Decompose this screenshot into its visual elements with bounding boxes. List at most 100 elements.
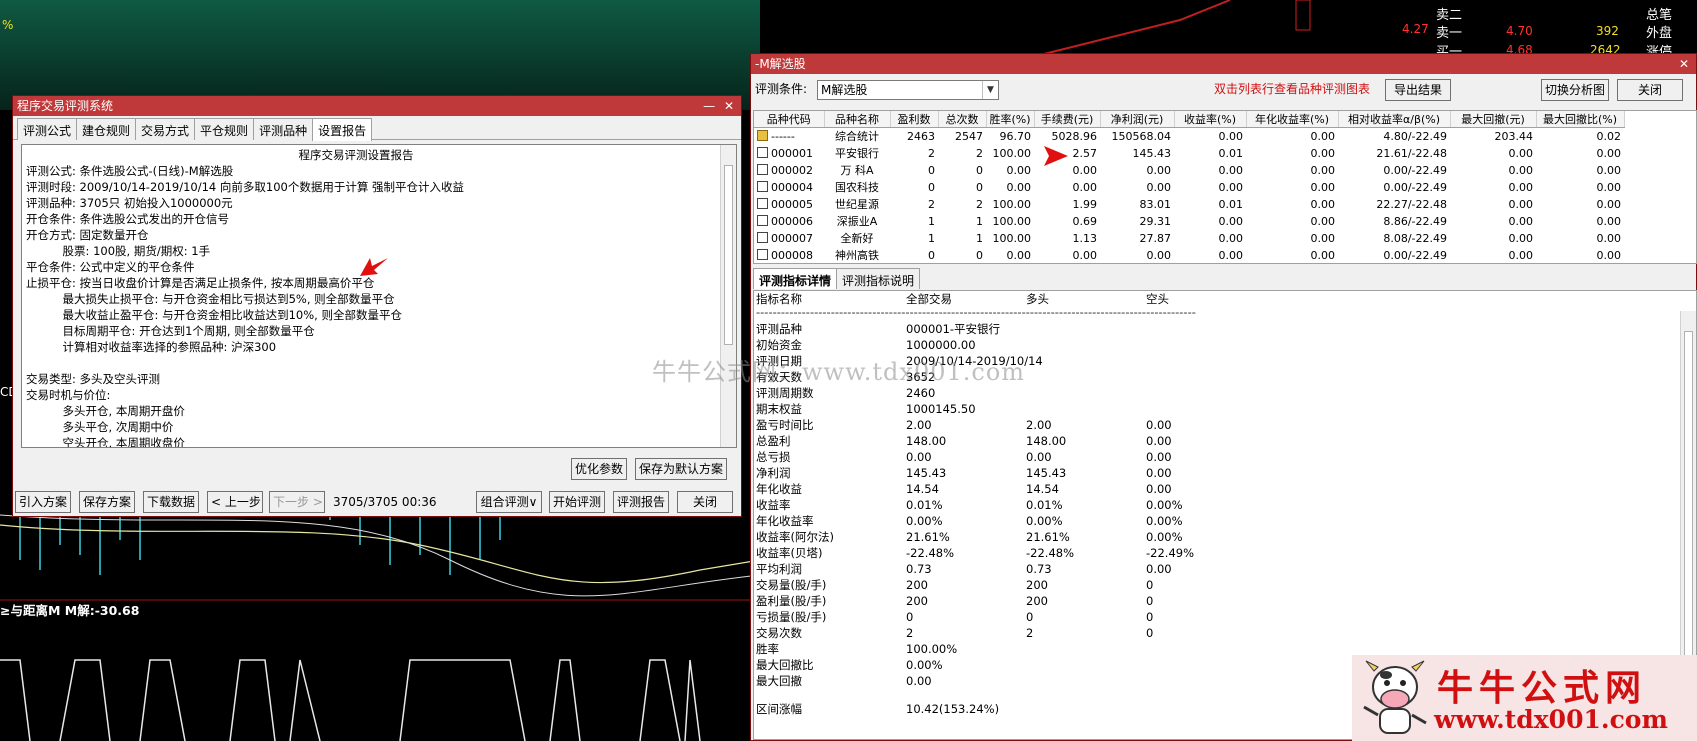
close-button[interactable]: 关闭 bbox=[1617, 79, 1683, 101]
table-cell: 0.00 bbox=[1218, 231, 1244, 245]
table-cell: 000008 bbox=[754, 247, 824, 264]
prev-step-button[interactable]: < 上一步 bbox=[207, 491, 263, 513]
chevron-down-icon[interactable]: ▼ bbox=[982, 81, 998, 99]
metric-all: 10.42(153.24%) bbox=[906, 702, 1000, 716]
col-max-drawdown-ratio[interactable]: 最大回撤比(%) bbox=[1536, 111, 1625, 128]
col-code[interactable]: 品种代码 bbox=[754, 111, 825, 128]
col-name[interactable]: 品种名称 bbox=[824, 111, 891, 128]
table-cell: 21.61/-22.48 bbox=[1376, 146, 1447, 160]
col-annual-return[interactable]: 年化收益率(%) bbox=[1246, 111, 1339, 128]
next-step-button[interactable]: 下一步 > bbox=[269, 491, 325, 513]
table-cell: 深振业A bbox=[836, 215, 878, 228]
table-cell: 0.00 bbox=[1310, 163, 1336, 177]
table-cell: 0.00 bbox=[1508, 231, 1534, 245]
metric-name: 初始资金 bbox=[756, 338, 802, 352]
metric-all: 0.01% bbox=[906, 498, 943, 512]
detail-header-long: 多头 bbox=[1026, 292, 1049, 306]
report-line: 交易时机与价位: bbox=[26, 388, 111, 402]
table-row[interactable]: 000004 国农科技 0 0 0.00 0.00 0.00 0.00 0.00 0.00/-22… bbox=[754, 179, 1624, 196]
table-cell: 5028.96 bbox=[1051, 129, 1098, 143]
combo-eval-button[interactable]: 组合评测∨ bbox=[476, 491, 542, 513]
table-cell: 国农科技 bbox=[835, 181, 879, 194]
metric-all: 2 bbox=[906, 626, 914, 640]
quote-row-sell1-vol: 392 bbox=[1596, 24, 1619, 38]
tab-close-rules[interactable]: 平仓规则 bbox=[194, 118, 255, 140]
table-cell: 0.00 bbox=[1006, 248, 1032, 262]
col-net-profit[interactable]: 净利润(元) bbox=[1100, 111, 1175, 128]
tab-settings-report[interactable]: 设置报告 bbox=[312, 118, 373, 141]
report-scrollbar[interactable] bbox=[720, 145, 736, 447]
report-line bbox=[26, 355, 736, 371]
detail-row: 评测品种 000001-平安银行 bbox=[754, 321, 1696, 337]
col-max-drawdown[interactable]: 最大回撤(元) bbox=[1450, 111, 1537, 128]
tab-trade-mode[interactable]: 交易方式 bbox=[135, 118, 196, 140]
close-icon[interactable]: ✕ bbox=[1676, 54, 1692, 74]
eval-report-button[interactable]: 评测报告 bbox=[613, 491, 669, 513]
tab-metric-details[interactable]: 评测指标详情 bbox=[753, 268, 838, 289]
report-line: 空头开仓, 本周期收盘价 bbox=[26, 436, 185, 448]
table-cell: 000001 bbox=[754, 145, 824, 162]
metric-short: 0 bbox=[1146, 594, 1154, 608]
table-row[interactable]: 000007 全新好 1 1 100.00 1.13 27.87 0.00 0.00 8.08/-… bbox=[754, 230, 1624, 247]
optimize-params-button[interactable]: 优化参数 bbox=[571, 458, 627, 480]
metric-long: 0.00 bbox=[1026, 450, 1052, 464]
metric-all: 0.00 bbox=[906, 674, 932, 688]
table-row[interactable]: 000002 万 科A 0 0 0.00 0.00 0.00 0.00 0.00 0.00/-22… bbox=[754, 162, 1624, 179]
metric-all: 148.00 bbox=[906, 434, 947, 448]
table-cell: 0.00 bbox=[1310, 180, 1336, 194]
table-row[interactable]: 000006 深振业A 1 1 100.00 0.69 29.31 0.00 0.00 8.86/… bbox=[754, 213, 1624, 230]
minimize-icon[interactable]: — bbox=[701, 96, 717, 116]
table-cell: 1.13 bbox=[1072, 231, 1098, 245]
col-fee[interactable]: 手续费(元) bbox=[1034, 111, 1101, 128]
table-row[interactable]: 000008 神州高铁 0 0 0.00 0.00 0.00 0.00 0.00 0.00/-22… bbox=[754, 247, 1624, 264]
table-cell: 0.00 bbox=[1218, 248, 1244, 262]
col-total[interactable]: 总次数 bbox=[938, 111, 987, 128]
export-results-button[interactable]: 导出结果 bbox=[1385, 79, 1451, 101]
switch-chart-button[interactable]: 切换分析图 bbox=[1541, 79, 1609, 101]
save-plan-button[interactable]: 保存方案 bbox=[79, 491, 135, 513]
detail-row: 收益率 0.01% 0.01% 0.00% bbox=[754, 497, 1696, 513]
table-row[interactable]: ------ 综合统计 2463 2547 96.70 5028.96 150568.04 0… bbox=[754, 128, 1624, 145]
scrollbar-thumb[interactable] bbox=[724, 165, 733, 345]
col-wins[interactable]: 盈利数 bbox=[890, 111, 939, 128]
folder-icon bbox=[757, 129, 768, 141]
tab-eval-symbols[interactable]: 评测品种 bbox=[253, 118, 314, 140]
right-window-titlebar[interactable]: -M解选股 ✕ bbox=[751, 54, 1696, 74]
table-cell: 2463 bbox=[907, 129, 935, 143]
table-row[interactable]: 000001 平安银行 2 2 100.00 2.57 145.43 0.01 0.00 21.6… bbox=[754, 145, 1624, 162]
metric-name: 收益率(阿尔法) bbox=[756, 530, 834, 544]
save-default-button[interactable]: 保存为默认方案 bbox=[635, 458, 727, 480]
tab-open-rules[interactable]: 建仓规则 bbox=[76, 118, 137, 140]
table-cell: 2 bbox=[928, 146, 935, 160]
tab-formula[interactable]: 评测公式 bbox=[17, 118, 78, 140]
metric-long: 0.73 bbox=[1026, 562, 1052, 576]
metric-long: 14.54 bbox=[1026, 482, 1059, 496]
table-cell: 000007 bbox=[754, 230, 824, 247]
table-cell: 0.00 bbox=[1508, 214, 1534, 228]
table-cell: 0.00 bbox=[1310, 214, 1336, 228]
table-cell: 0.00 bbox=[1006, 180, 1032, 194]
download-data-button[interactable]: 下载数据 bbox=[143, 491, 199, 513]
table-cell: 0.00 bbox=[1218, 163, 1244, 177]
metric-name: 总盈利 bbox=[756, 434, 791, 448]
detail-row: 交易次数 2 2 0 bbox=[754, 625, 1696, 641]
import-plan-button[interactable]: 引入方案 bbox=[15, 491, 71, 513]
table-cell: 1.99 bbox=[1072, 197, 1098, 211]
left-window-titlebar[interactable]: 程序交易评测系统 — ✕ bbox=[13, 96, 741, 116]
metric-name: 交易次数 bbox=[756, 626, 802, 640]
col-return[interactable]: 收益率(%) bbox=[1174, 111, 1247, 128]
close-button[interactable]: 关闭 bbox=[677, 491, 733, 513]
table-row[interactable]: 000005 世纪星源 2 2 100.00 1.99 83.01 0.01 0.00 22.27… bbox=[754, 196, 1624, 213]
col-winrate[interactable]: 胜率(%) bbox=[986, 111, 1035, 128]
scrollbar-thumb[interactable] bbox=[1684, 331, 1693, 691]
condition-select[interactable]: M解选股 ▼ bbox=[817, 80, 999, 100]
report-line: 评测时段: 2009/10/14-2019/10/14 向前多取100个数据用于… bbox=[26, 180, 465, 194]
red-arrow-icon bbox=[360, 258, 388, 276]
start-eval-button[interactable]: 开始评测 bbox=[549, 491, 605, 513]
tab-metric-explanation[interactable]: 评测指标说明 bbox=[836, 268, 921, 289]
close-icon[interactable]: ✕ bbox=[721, 96, 737, 116]
col-relative-return[interactable]: 相对收益率α/β(%) bbox=[1338, 111, 1451, 128]
metric-short: 0.00 bbox=[1146, 418, 1172, 432]
detail-row: 盈利量(股/手) 200 200 0 bbox=[754, 593, 1696, 609]
table-cell: 0.00 bbox=[1596, 248, 1622, 262]
